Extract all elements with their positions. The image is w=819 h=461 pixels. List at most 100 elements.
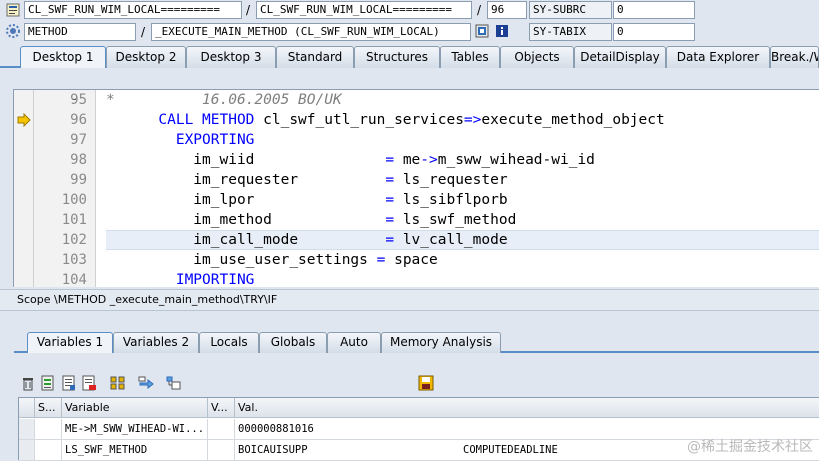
code-token: space: [385, 252, 438, 268]
code-line[interactable]: im_method = ls_swf_method: [106, 210, 516, 230]
code-token: CALL METHOD: [106, 112, 255, 128]
code-line[interactable]: im_call_mode = lv_call_mode: [106, 230, 507, 250]
code-token: IMPORTING: [106, 272, 255, 287]
tab-desktop-1[interactable]: Desktop 1: [20, 46, 106, 68]
variable-tabbar: Variables 1 Variables 2 Locals Globals A…: [14, 331, 819, 353]
tab-data-explorer[interactable]: Data Explorer: [666, 46, 770, 68]
grid-cell-value[interactable]: BOICAUISUPP: [235, 440, 460, 461]
tab-desktop-3[interactable]: Desktop 3: [186, 46, 276, 68]
code-token: im_call_mode: [106, 232, 386, 248]
navigate-icon[interactable]: [138, 375, 154, 391]
tab-globals[interactable]: Globals: [259, 332, 327, 353]
current-line-arrow-icon: [17, 113, 31, 127]
code-token: =: [385, 212, 395, 228]
code-line[interactable]: im_wiid = me->m_sww_wihead-wi_id: [106, 150, 595, 170]
code-token: ls_requester: [394, 172, 508, 188]
tab-desktop-2[interactable]: Desktop 2: [106, 46, 186, 68]
code-token: * 16.06.2005 BO/UK: [106, 92, 342, 108]
line-number: 100: [61, 192, 87, 208]
tab-auto[interactable]: Auto: [327, 332, 381, 353]
grid-header-v[interactable]: V...: [208, 398, 235, 418]
info-icon[interactable]: [495, 24, 509, 38]
variables-toolbar: [14, 356, 819, 394]
tab-variables-1[interactable]: Variables 1: [27, 332, 113, 353]
editor-gutter: [14, 90, 34, 287]
tab-objects[interactable]: Objects: [500, 46, 574, 68]
separator: /: [246, 3, 251, 17]
code-token: ->: [420, 152, 438, 168]
tab-variables-2[interactable]: Variables 2: [113, 332, 199, 353]
line-number: 95: [70, 92, 87, 108]
code-token: cl_swf_utl_run_services: [254, 112, 464, 128]
code-token: im_lpor: [106, 192, 386, 208]
table-delete-icon[interactable]: [81, 375, 97, 391]
save-icon[interactable]: [418, 375, 434, 391]
source-editor[interactable]: 95 96 97 98 99 100 101 102 103 104 * 16.06.2005 B…: [13, 89, 819, 287]
watermark: @稀土掘金技术社区: [687, 439, 813, 455]
class-icon: [6, 3, 20, 17]
separator: /: [477, 3, 482, 17]
code-token: im_use_user_settings: [106, 252, 377, 268]
separator: /: [141, 25, 146, 39]
delete-icon[interactable]: [20, 375, 36, 391]
row-selector[interactable]: [19, 419, 35, 440]
tab-standard[interactable]: Standard: [276, 46, 354, 68]
grid-cell-v: [208, 419, 235, 440]
method-icon: [6, 24, 20, 38]
grid-header-value[interactable]: Val.: [235, 398, 819, 418]
code-line[interactable]: IMPORTING: [106, 270, 255, 287]
code-line[interactable]: * 16.06.2005 BO/UK: [106, 90, 342, 110]
sysvar-tabix-value[interactable]: 0: [613, 23, 695, 41]
line-number: 97: [70, 132, 87, 148]
line-number: 103: [61, 252, 87, 268]
document-icon[interactable]: [61, 375, 77, 391]
tab-structures[interactable]: Structures: [354, 46, 440, 68]
sysvar-tabix-label: SY-TABIX: [529, 23, 612, 41]
line-number: 98: [70, 152, 87, 168]
desktop-tabbar: Desktop 1 Desktop 2 Desktop 3 Standard S…: [0, 44, 819, 68]
grid-tree-icon[interactable]: [110, 375, 126, 391]
code-line[interactable]: im_use_user_settings = space: [106, 250, 438, 270]
code-line[interactable]: im_requester = ls_requester: [106, 170, 508, 190]
sysvar-subrc-label: SY-SUBRC: [529, 1, 612, 19]
sysvar-subrc-value[interactable]: 0: [613, 1, 695, 19]
event-name-field[interactable]: _EXECUTE_MAIN_METHOD (CL_SWF_RUN_WIM_LOC…: [151, 23, 471, 41]
code-token: ls_sibflporb: [394, 192, 508, 208]
fold-marker[interactable]: -: [72, 90, 77, 110]
include-field[interactable]: CL_SWF_RUN_WIM_LOCAL=========: [256, 1, 472, 19]
grid-cell-variable[interactable]: LS_SWF_METHOD: [62, 440, 208, 461]
line-numbers: 95 96 97 98 99 100 101 102 103 104: [34, 90, 96, 287]
grid-cell-v: [208, 440, 235, 461]
code-token: ls_swf_method: [394, 212, 517, 228]
grid-header-selector[interactable]: [19, 398, 35, 418]
line-number: 99: [70, 172, 87, 188]
edit-list-icon[interactable]: [40, 375, 56, 391]
code-token: im_wiid: [106, 152, 386, 168]
grid-cell-status: [35, 440, 62, 461]
code-token: =: [385, 172, 395, 188]
scope-bar: Scope \METHOD _execute_main_method\TRY\I…: [0, 289, 819, 311]
code-line[interactable]: im_lpor = ls_sibflporb: [106, 190, 508, 210]
line-number: 101: [61, 212, 87, 228]
tab-tables[interactable]: Tables: [440, 46, 500, 68]
grid-header-status[interactable]: S...: [35, 398, 62, 418]
grid-cell-variable[interactable]: ME->M_SWW_WIHEAD-WI...: [62, 419, 208, 440]
tab-memory-analysis[interactable]: Memory Analysis: [381, 332, 501, 353]
code-token: im_method: [106, 212, 386, 228]
code-token: =: [385, 232, 395, 248]
tab-detaildisplay[interactable]: DetailDisplay: [574, 46, 666, 68]
code-token: =: [385, 152, 395, 168]
code-line[interactable]: EXPORTING: [106, 130, 255, 150]
line-number-field[interactable]: 96: [487, 1, 527, 19]
code-token: =>: [463, 112, 482, 128]
grid-header-variable[interactable]: Variable: [62, 398, 208, 418]
code-token: =: [385, 192, 395, 208]
structure-icon[interactable]: [166, 375, 182, 391]
event-type-field[interactable]: METHOD: [24, 23, 136, 41]
display-object-icon[interactable]: [475, 24, 489, 38]
row-selector[interactable]: [19, 440, 35, 461]
program-field[interactable]: CL_SWF_RUN_WIM_LOCAL=========: [24, 1, 242, 19]
code-line[interactable]: CALL METHOD cl_swf_utl_run_services=>exe…: [106, 110, 664, 130]
tab-locals[interactable]: Locals: [199, 332, 259, 353]
tab-breakpoints[interactable]: Break./W: [770, 46, 819, 68]
